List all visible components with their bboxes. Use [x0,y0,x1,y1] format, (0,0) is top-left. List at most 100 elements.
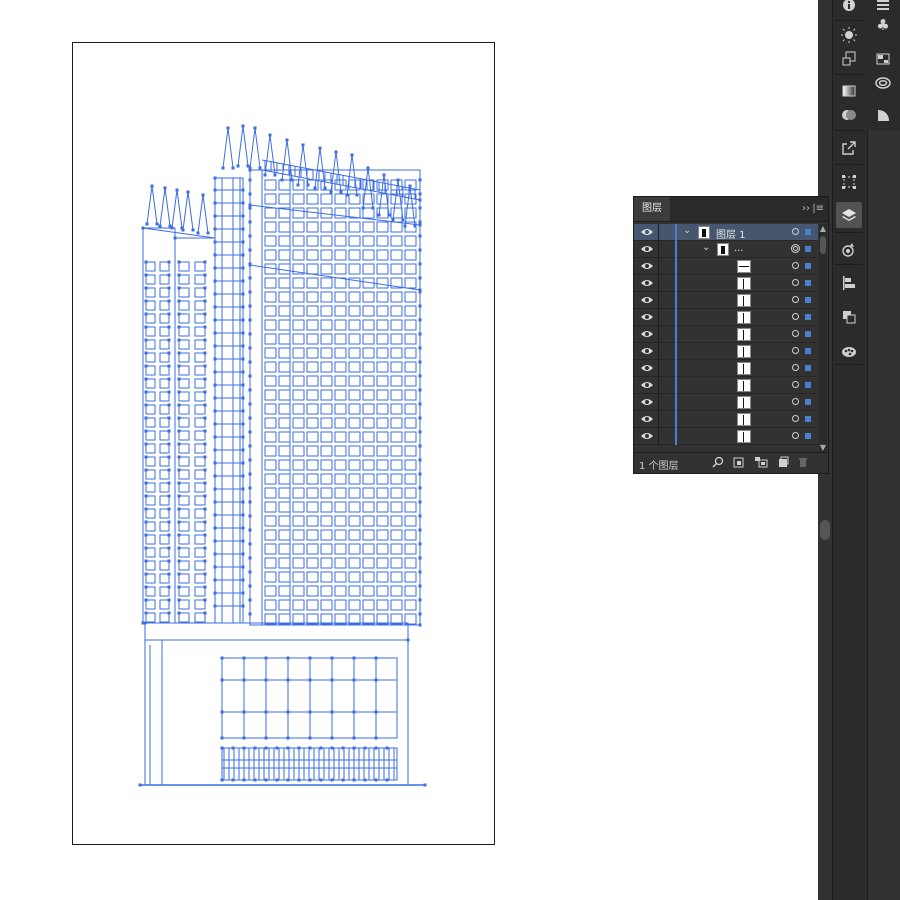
chevron-down-icon[interactable]: ⌄ [702,242,710,253]
layer-row-path[interactable] [634,428,818,445]
layer-row-path[interactable] [634,411,818,428]
layer-name[interactable]: 图层 1 [716,226,746,241]
artboard-icon[interactable] [836,169,862,195]
pathfinder-icon[interactable] [836,304,862,330]
selection-color-box[interactable] [805,433,811,439]
collect-export-icon[interactable] [733,456,745,468]
layer-row-path[interactable] [634,343,818,360]
target-icon[interactable] [791,244,800,253]
layer-row-path[interactable] [634,360,818,377]
double-chevron-right-icon[interactable]: ›› [802,203,810,214]
target-icon[interactable] [792,364,799,371]
target-icon[interactable] [792,296,799,303]
dock-scroll-handle[interactable] [820,520,830,540]
shape-icon[interactable] [870,102,896,128]
scroll-thumb[interactable] [820,236,826,254]
target-icon[interactable] [792,381,799,388]
layers-icon[interactable] [836,202,862,228]
target-icon[interactable] [792,398,799,405]
layer-row-path[interactable] [634,326,818,343]
selection-color-box[interactable] [805,314,811,320]
path-thumbnail [737,362,751,375]
path-thumbnail [737,328,751,341]
eye-icon[interactable] [641,346,653,356]
target-icon[interactable] [792,279,799,286]
selection-color-box[interactable] [805,297,811,303]
panel-footer: 1 个图层 [634,452,828,473]
club-icon[interactable]: ♣ [870,12,896,38]
export-icon[interactable] [836,135,862,161]
new-layer-icon[interactable] [777,456,789,468]
eye-icon[interactable] [641,397,653,407]
selection-color-box[interactable] [805,280,811,286]
swatches-icon[interactable] [870,46,896,72]
path-thumbnail [737,311,751,324]
selection-color-box[interactable] [805,229,811,235]
info-icon[interactable] [836,0,862,18]
selection-color-box[interactable] [805,399,811,405]
target-icon[interactable] [792,228,799,235]
layer-row-path[interactable] [634,377,818,394]
path-thumbnail [737,345,751,358]
scroll-down-icon[interactable]: ▼ [819,443,827,452]
eye-icon[interactable] [641,261,653,271]
layer-row-group[interactable]: ⌄ ... [634,241,818,258]
path-thumbnail [737,260,751,273]
target-icon[interactable] [792,415,799,422]
layer-name[interactable]: ... [734,243,744,254]
eye-icon[interactable] [641,363,653,373]
layer-row-top[interactable]: ⌄ 图层 1 [634,224,818,241]
eye-icon[interactable] [641,414,653,424]
layer-row-path[interactable] [634,258,818,275]
delete-icon[interactable] [797,456,809,468]
eye-icon[interactable] [641,244,653,254]
target-icon[interactable] [792,330,799,337]
layer-row-path[interactable] [634,292,818,309]
path-thumbnail [737,294,751,307]
transparency-icon[interactable] [836,102,862,128]
eye-icon[interactable] [641,227,653,237]
path-thumbnail [737,413,751,426]
layers-scrollbar[interactable]: ▲ ▼ [819,224,827,452]
selection-color-box[interactable] [805,348,811,354]
eye-icon[interactable] [641,380,653,390]
target-icon[interactable] [792,432,799,439]
layer-thumbnail [698,226,710,239]
target-icon[interactable] [792,313,799,320]
path-thumbnail [737,277,751,290]
layer-count: 1 个图层 [639,461,679,472]
selection-color-box[interactable] [805,382,811,388]
selection-color-box[interactable] [805,246,811,252]
eye-icon[interactable] [641,329,653,339]
gradient-icon[interactable] [836,78,862,104]
target-icon[interactable] [792,262,799,269]
eye-icon[interactable] [641,295,653,305]
selection-color-box[interactable] [805,263,811,269]
layer-row-path[interactable] [634,275,818,292]
target-icon[interactable] [792,347,799,354]
eye-icon[interactable] [641,312,653,322]
search-icon[interactable] [712,456,724,468]
selection-color-box[interactable] [805,365,811,371]
make-clipping-mask-icon[interactable] [754,456,768,468]
selection-color-box[interactable] [805,416,811,422]
appearance-icon[interactable] [836,237,862,263]
layer-row-path[interactable] [634,309,818,326]
chevron-down-icon[interactable]: ⌄ [683,225,691,236]
align-icon[interactable] [836,270,862,296]
tab-layers[interactable]: 图层 [634,197,670,221]
hamburger-menu-icon[interactable]: |≡ [812,203,824,214]
scroll-up-icon[interactable]: ▲ [819,224,827,233]
eye-icon[interactable] [641,431,653,441]
layers-panel: 图层 ›› |≡ ⌄ 图层 1 ⌄ ... ▲ ▼ 1 个图层 [633,196,829,474]
layer-row-path[interactable] [634,394,818,411]
panel-header: 图层 ›› |≡ [634,197,828,222]
transform-icon[interactable] [836,46,862,72]
sun-icon[interactable] [836,22,862,48]
eye-icon[interactable] [641,278,653,288]
layers-list: ⌄ 图层 1 ⌄ ... [634,224,818,445]
selection-color-box[interactable] [805,331,811,337]
cc-libraries-icon[interactable] [870,70,896,96]
path-thumbnail [737,379,751,392]
color-guide-icon[interactable] [836,338,862,364]
